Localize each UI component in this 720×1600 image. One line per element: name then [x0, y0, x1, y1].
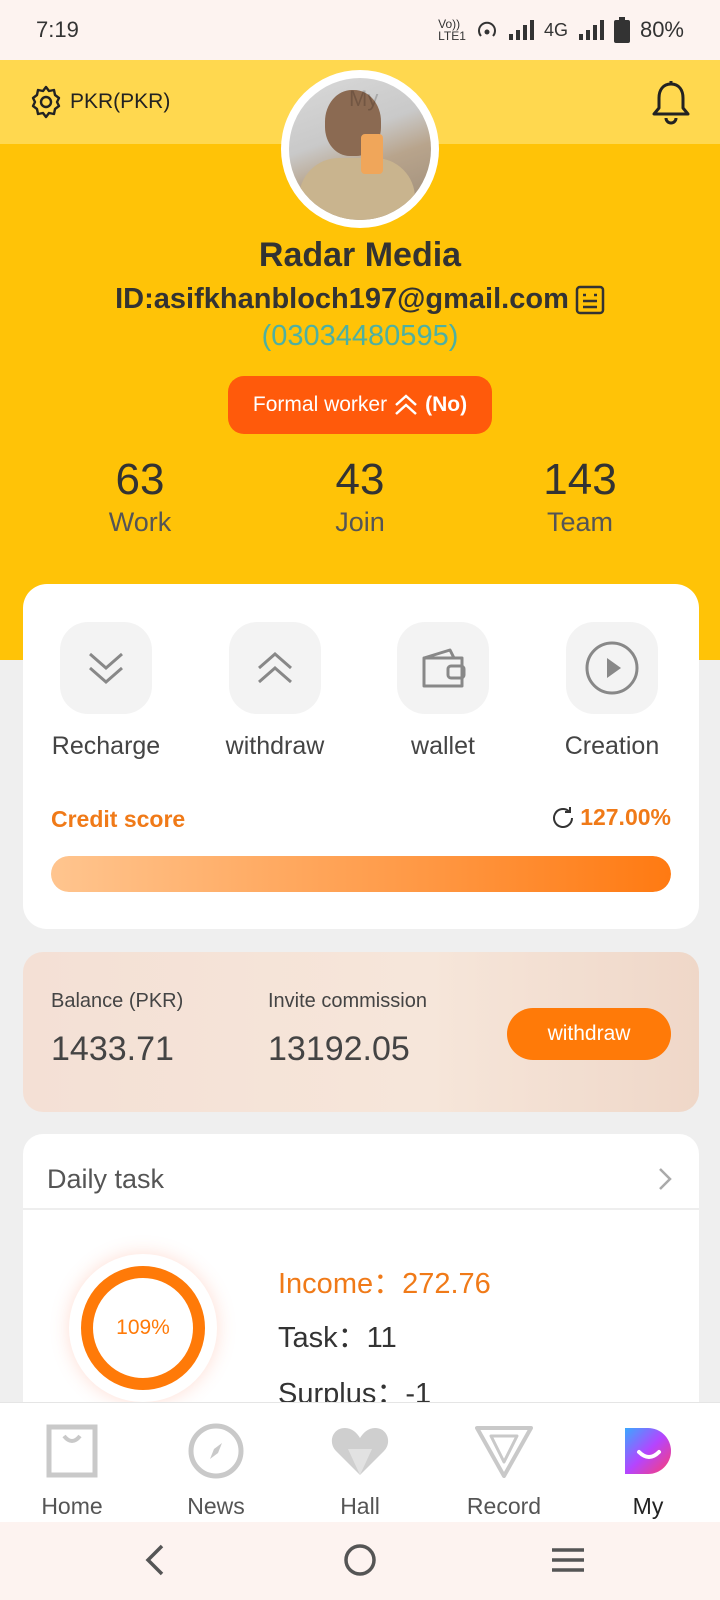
balance-card: Balance (PKR) 1433.71 Invite commission … — [23, 952, 699, 1112]
balance-value: 1433.71 — [51, 1030, 174, 1068]
daily-progress-value: 109% — [81, 1266, 205, 1390]
signal-2-icon — [578, 20, 604, 40]
nav-record[interactable]: Record — [432, 1421, 576, 1520]
wallet-button[interactable]: wallet — [368, 622, 518, 761]
avatar-watermark: My — [349, 86, 379, 111]
nav-record-label: Record — [466, 1493, 542, 1519]
user-id-row: ID:asifkhanbloch197@gmail.com — [0, 283, 720, 316]
currency-selector[interactable]: PKR(PKR) — [28, 84, 170, 120]
nav-news[interactable]: News — [144, 1421, 288, 1520]
compass-icon — [188, 1423, 244, 1479]
bell-icon — [652, 81, 690, 125]
status-icons: Vo)) LTE1 4G 80% — [438, 17, 684, 43]
nav-my-label: My — [632, 1493, 664, 1519]
nav-hall[interactable]: Hall — [288, 1421, 432, 1520]
balance-label: Balance (PKR) — [51, 990, 184, 1012]
withdraw-button[interactable]: withdraw — [507, 1008, 671, 1060]
status-bar: 7:19 Vo)) LTE1 4G 80% — [0, 0, 720, 60]
nav-my[interactable]: My — [576, 1421, 720, 1520]
withdraw-action-label: withdraw — [225, 732, 325, 760]
actions-card: Recharge withdraw wallet Creation Credit… — [23, 584, 699, 929]
back-icon[interactable] — [140, 1540, 170, 1580]
credit-score-bar — [51, 856, 671, 892]
invite-commission-value: 13192.05 — [268, 1030, 410, 1068]
menu-icon[interactable] — [548, 1540, 588, 1580]
signal-icon — [508, 20, 534, 40]
daily-income: Income：272.76 — [278, 1268, 491, 1300]
battery-percent: 80% — [639, 17, 684, 42]
divider — [23, 1208, 699, 1210]
status-time: 7:19 — [36, 17, 79, 42]
invite-commission-label: Invite commission — [268, 990, 427, 1012]
credit-score-bar-fill — [51, 856, 671, 892]
nav-home[interactable]: Home — [0, 1421, 144, 1520]
refresh-icon — [553, 806, 574, 828]
user-phone: (03034480595) — [261, 320, 459, 352]
stat-work-label: Work — [108, 507, 172, 537]
smile-logo-icon — [625, 1428, 671, 1474]
copy-icon[interactable] — [575, 285, 605, 315]
currency-label: PKR(PKR) — [70, 90, 171, 113]
stat-join[interactable]: 43 Join — [270, 455, 450, 538]
stat-team[interactable]: 143 Team — [490, 455, 670, 538]
formal-worker-status: (No) — [425, 393, 468, 416]
volte-icon: Vo)) LTE1 — [438, 17, 466, 43]
credit-score-label: Credit score — [51, 806, 186, 832]
v-logo-icon — [475, 1426, 533, 1478]
notification-button[interactable] — [650, 80, 692, 131]
wallet-icon — [422, 648, 466, 688]
bottom-nav: Home News Hall Record My — [0, 1402, 720, 1522]
avatar[interactable]: My — [281, 70, 439, 228]
double-chevron-up-icon — [258, 652, 292, 684]
stat-team-label: Team — [546, 507, 614, 537]
user-name: Radar Media — [258, 236, 462, 274]
withdraw-action-button[interactable]: withdraw — [200, 622, 350, 761]
network-type: 4G — [543, 19, 568, 40]
stat-team-value: 143 — [543, 455, 617, 504]
hotspot-icon — [478, 21, 496, 37]
play-circle-icon — [585, 641, 639, 695]
stat-join-label: Join — [335, 507, 385, 537]
creation-button[interactable]: Creation — [537, 622, 687, 761]
stat-work-value: 63 — [115, 455, 165, 504]
stat-work[interactable]: 63 Work — [50, 455, 230, 538]
daily-task-card[interactable]: Daily task 109% Income：272.76 Task：11 Su… — [23, 1134, 699, 1434]
system-navigation-bar — [0, 1522, 720, 1600]
double-chevron-down-icon — [89, 652, 123, 684]
recharge-label: Recharge — [51, 732, 161, 760]
recharge-button[interactable]: Recharge — [31, 622, 181, 761]
user-email: ID:asifkhanbloch197@gmail.com — [115, 283, 569, 315]
avatar-photo: My — [289, 78, 431, 220]
daily-progress-ring: 109% — [69, 1254, 217, 1402]
heart-icon — [331, 1428, 389, 1475]
gear-icon — [31, 85, 61, 119]
chevron-right-icon[interactable] — [655, 1164, 675, 1194]
creation-label: Creation — [564, 732, 660, 760]
nav-home-label: Home — [41, 1493, 103, 1519]
stat-join-value: 43 — [335, 455, 385, 504]
formal-worker-badge[interactable]: Formal worker (No) — [228, 376, 492, 434]
double-chevron-up-icon — [395, 394, 417, 415]
home-circle-icon[interactable] — [342, 1540, 378, 1580]
nav-news-label: News — [187, 1493, 245, 1519]
battery-icon — [613, 17, 630, 43]
daily-task-title: Daily task — [47, 1164, 165, 1194]
credit-score-value[interactable]: 127.00% — [550, 804, 671, 831]
nav-hall-label: Hall — [340, 1493, 380, 1519]
daily-task-count: Task：11 — [278, 1322, 397, 1354]
credit-score-percent: 127.00% — [580, 804, 671, 830]
shopping-bag-icon — [46, 1424, 98, 1478]
formal-worker-label: Formal worker — [252, 393, 388, 416]
wallet-label: wallet — [411, 732, 475, 760]
